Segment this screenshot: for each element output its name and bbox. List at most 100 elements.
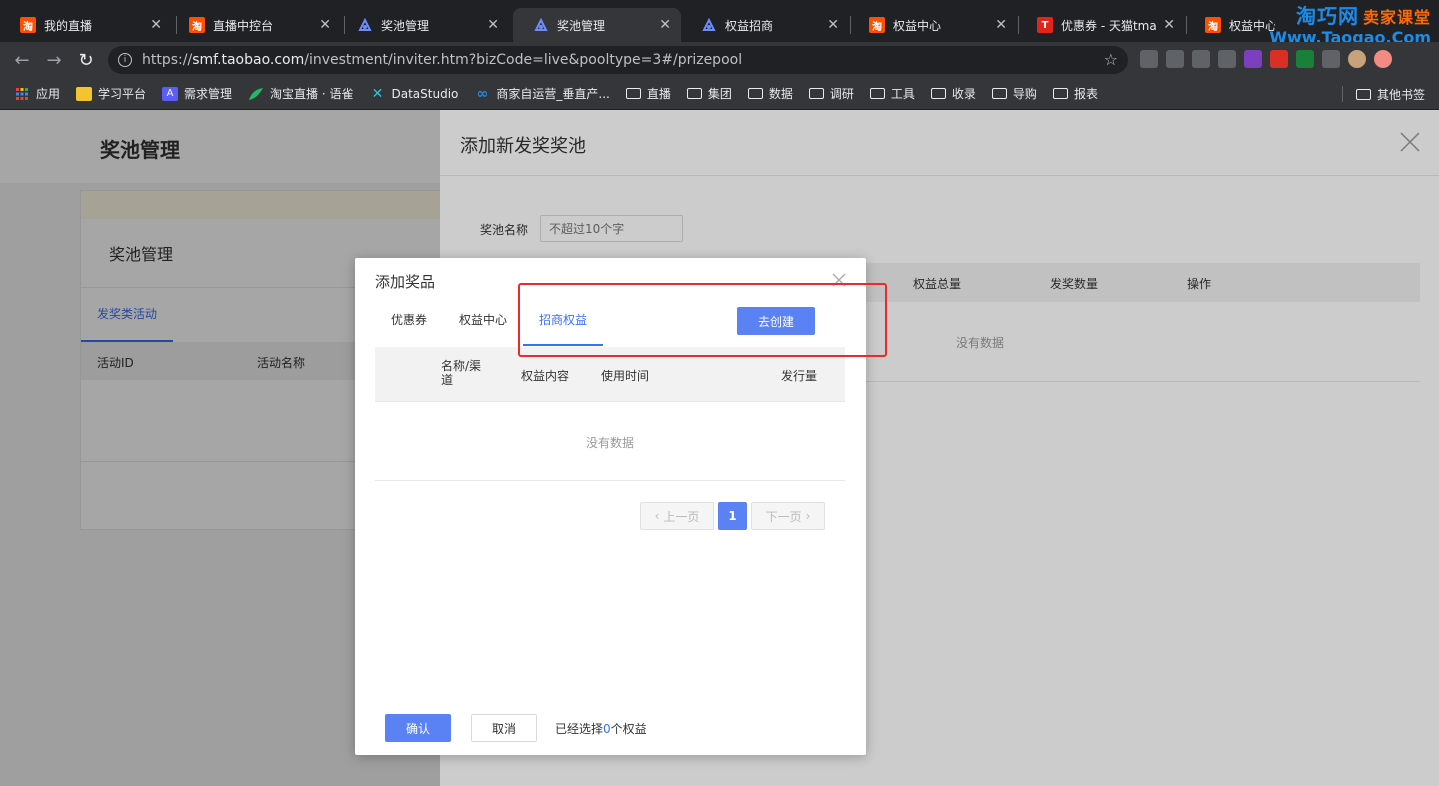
confirm-button[interactable]: 确认 [385,714,451,742]
empty-state: 没有数据 [586,436,635,450]
bookmark-label: 其他书签 [1376,88,1425,102]
back-arrow-icon[interactable]: ← [6,44,38,76]
bookmark-star-icon[interactable]: ☆ [1104,50,1118,69]
page-number-current[interactable]: 1 [718,502,747,530]
tab-benefit-center[interactable]: 权益中心 [459,311,507,328]
site-watermark: 淘巧网 卖家课堂 Www.Taoqao.Com [1269,6,1431,46]
tab-title: 我的直播 [44,18,93,33]
browser-tab-active[interactable]: 奖池管理 ✕ [513,8,681,42]
update-icon[interactable] [1374,50,1392,68]
tab-title: 权益中心 [1229,18,1275,33]
close-icon[interactable]: ✕ [150,17,162,33]
bookmark-folder-guide[interactable]: 导购 [991,85,1037,102]
extension-icon[interactable] [1140,50,1158,68]
bookmark-folder-collect[interactable]: 收录 [930,85,976,102]
bookmark-requirements[interactable]: A 需求管理 [162,85,232,102]
bookmark-folder-live[interactable]: 直播 [625,85,671,102]
cancel-button[interactable]: 取消 [471,714,537,742]
folder-icon [1052,88,1068,99]
folder-icon [686,88,702,99]
forward-arrow-icon[interactable]: → [38,44,70,76]
browser-tab[interactable]: 淘 直播中控台 ✕ [169,8,341,42]
next-page-button[interactable]: 下一页 › [751,502,825,530]
profile-avatar[interactable] [1348,50,1366,68]
bookmark-merchant[interactable]: ∞ 商家自运营_垂直产... [474,85,610,102]
bookmarks-bar: 应用 学习平台 A 需求管理 淘宝直播 · 语雀 ✕ DataStudio ∞ … [0,78,1439,110]
next-page-label: 下一页 [765,509,802,524]
bookmark-yuque[interactable]: 淘宝直播 · 语雀 [248,85,354,102]
address-bar[interactable]: i https://smf.taobao.com/investment/invi… [108,46,1128,74]
taobao-icon: 淘 [189,17,205,33]
bookmark-label: 淘宝直播 · 语雀 [270,87,354,101]
close-icon[interactable]: ✕ [659,17,671,33]
url-path: /investment/inviter.htm?bizCode=live&poo… [304,52,743,68]
browser-tab[interactable]: T 优惠券 - 天猫tmall ✕ [1017,8,1185,42]
extension-icon[interactable] [1218,50,1236,68]
bookmark-label: 集团 [707,87,732,101]
chevron-right-icon: › [805,509,811,523]
bookmark-label: 学习平台 [98,87,147,101]
browser-tab-strip: 淘 我的直播 ✕ 淘 直播中控台 ✕ 奖池管理 ✕ 奖池管理 ✕ 权益招商 ✕ … [0,0,1439,46]
close-icon[interactable]: ✕ [827,17,839,33]
taobao-icon: 淘 [869,17,885,33]
folder-icon [747,88,763,99]
tab-title: 权益中心 [893,18,942,33]
yuque-icon [248,87,264,101]
url-scheme: https:// [142,52,193,68]
extension-icon[interactable] [1244,50,1262,68]
blue-logo-icon [357,17,373,33]
bookmark-label: 调研 [829,87,854,101]
reload-icon[interactable]: ↻ [70,44,102,76]
selection-summary: 已经选择0个权益 [555,720,647,737]
site-info-icon[interactable]: i [118,53,132,67]
folder-icon [625,88,641,99]
prev-page-button[interactable]: ‹ 上一页 [640,502,714,530]
folder-icon [869,88,885,99]
browser-tab[interactable]: 奖池管理 ✕ [337,8,509,42]
bookmark-folder-data[interactable]: 数据 [747,85,793,102]
bookmark-folder-research[interactable]: 调研 [808,85,854,102]
column-header: 权益内容 [521,369,570,383]
browser-tab[interactable]: 淘 权益中心 ✕ [849,8,1017,42]
selection-prefix: 已经选择 [555,722,604,736]
browser-tab[interactable]: 权益招商 ✕ [681,8,849,42]
bookmark-study[interactable]: 学习平台 [76,85,146,102]
browser-tab[interactable]: 淘 我的直播 ✕ [0,8,172,42]
folder-icon [1355,89,1371,100]
extension-icon[interactable] [1322,50,1340,68]
divider [375,480,845,481]
bookmark-label: 数据 [768,87,793,101]
close-icon[interactable]: ✕ [1163,17,1175,33]
bookmark-label: DataStudio [391,86,459,101]
bookmark-folder-report[interactable]: 报表 [1052,85,1098,102]
extension-icon[interactable] [1192,50,1210,68]
watermark-suffix: 卖家课堂 [1362,8,1431,27]
bookmark-other[interactable]: 其他书签 [1355,86,1425,103]
bookmark-folder-tools[interactable]: 工具 [869,85,915,102]
close-icon[interactable]: ✕ [319,17,331,33]
extension-icon[interactable] [1296,50,1314,68]
infinity-icon: ∞ [476,85,489,102]
datastudio-icon: ✕ [371,85,384,102]
tab-title: 奖池管理 [557,18,606,33]
selection-count: 0 [603,722,611,736]
bookmark-folder-group[interactable]: 集团 [686,85,732,102]
extension-icon[interactable] [1270,50,1288,68]
tmall-icon: T [1037,17,1053,33]
close-icon[interactable]: ✕ [995,17,1007,33]
study-icon [76,86,93,101]
tab-coupon[interactable]: 优惠券 [391,311,427,328]
taobao-icon: 淘 [1205,17,1221,33]
letter-a-icon: A [162,86,179,101]
folder-icon [808,88,824,99]
column-header: 发行量 [781,369,818,383]
extension-icon[interactable] [1166,50,1184,68]
watermark-brand: 淘巧网 [1295,4,1359,28]
column-header: 使用时间 [601,369,650,383]
tab-title: 直播中控台 [213,18,274,33]
close-icon[interactable]: ✕ [487,17,499,33]
folder-icon [991,88,1007,99]
bookmark-apps[interactable]: 应用 [14,85,60,102]
chevron-left-icon: ‹ [654,509,660,523]
bookmark-datastudio[interactable]: ✕ DataStudio [370,85,459,102]
